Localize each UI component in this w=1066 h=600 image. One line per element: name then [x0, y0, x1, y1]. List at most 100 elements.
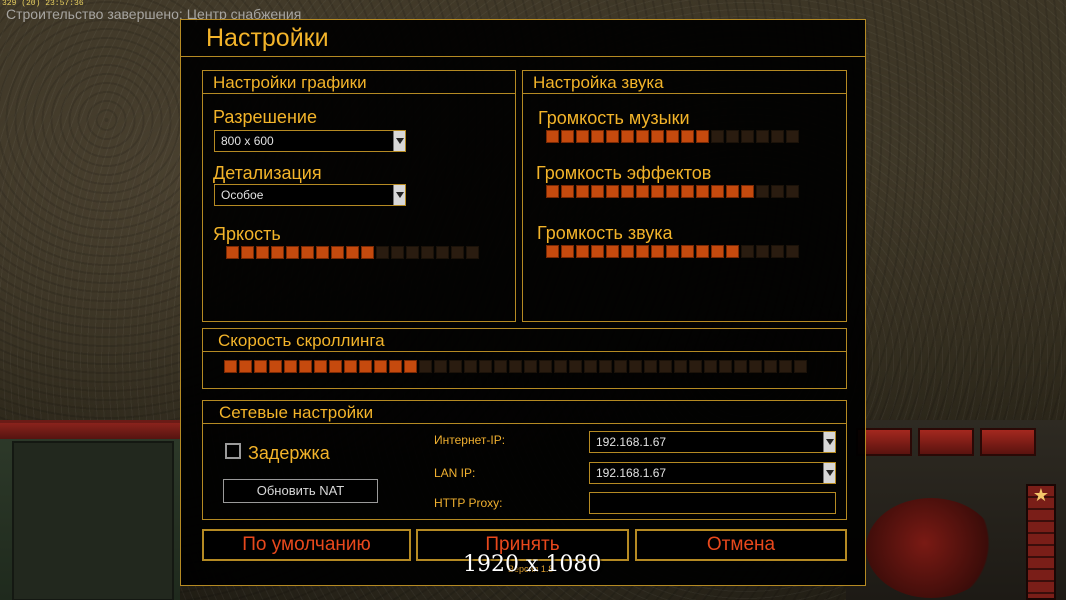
- slider-segment[interactable]: [726, 130, 739, 143]
- chevron-down-icon[interactable]: [823, 432, 835, 452]
- slider-segment[interactable]: [696, 130, 709, 143]
- slider-segment[interactable]: [464, 360, 477, 373]
- slider-segment[interactable]: [614, 360, 627, 373]
- slider-segment[interactable]: [636, 130, 649, 143]
- slider-segment[interactable]: [786, 185, 799, 198]
- voice-volume-slider[interactable]: [546, 245, 799, 259]
- slider-segment[interactable]: [346, 246, 359, 259]
- slider-segment[interactable]: [621, 130, 634, 143]
- slider-segment[interactable]: [786, 130, 799, 143]
- slider-segment[interactable]: [331, 246, 344, 259]
- slider-segment[interactable]: [254, 360, 267, 373]
- slider-segment[interactable]: [666, 245, 679, 258]
- slider-segment[interactable]: [741, 130, 754, 143]
- slider-segment[interactable]: [726, 245, 739, 258]
- slider-segment[interactable]: [576, 130, 589, 143]
- slider-segment[interactable]: [651, 130, 664, 143]
- slider-segment[interactable]: [681, 185, 694, 198]
- music-volume-slider[interactable]: [546, 130, 799, 144]
- slider-segment[interactable]: [681, 130, 694, 143]
- slider-segment[interactable]: [316, 246, 329, 259]
- slider-segment[interactable]: [629, 360, 642, 373]
- lan-ip-dropdown[interactable]: 192.168.1.67: [589, 462, 836, 484]
- slider-segment[interactable]: [771, 185, 784, 198]
- chevron-down-icon[interactable]: [393, 131, 405, 151]
- slider-segment[interactable]: [764, 360, 777, 373]
- slider-segment[interactable]: [749, 360, 762, 373]
- slider-segment[interactable]: [696, 185, 709, 198]
- slider-segment[interactable]: [569, 360, 582, 373]
- slider-segment[interactable]: [636, 245, 649, 258]
- slider-segment[interactable]: [666, 185, 679, 198]
- slider-segment[interactable]: [651, 245, 664, 258]
- slider-segment[interactable]: [599, 360, 612, 373]
- slider-segment[interactable]: [361, 246, 374, 259]
- slider-segment[interactable]: [509, 360, 522, 373]
- slider-segment[interactable]: [301, 246, 314, 259]
- slider-segment[interactable]: [711, 130, 724, 143]
- slider-segment[interactable]: [681, 245, 694, 258]
- slider-segment[interactable]: [734, 360, 747, 373]
- slider-segment[interactable]: [756, 130, 769, 143]
- internet-ip-dropdown[interactable]: 192.168.1.67: [589, 431, 836, 453]
- slider-segment[interactable]: [711, 185, 724, 198]
- detail-dropdown[interactable]: Особое: [214, 184, 406, 206]
- brightness-slider[interactable]: [226, 246, 479, 260]
- slider-segment[interactable]: [434, 360, 447, 373]
- slider-segment[interactable]: [636, 185, 649, 198]
- cancel-button[interactable]: Отмена: [635, 529, 847, 561]
- slider-segment[interactable]: [451, 246, 464, 259]
- slider-segment[interactable]: [741, 245, 754, 258]
- slider-segment[interactable]: [314, 360, 327, 373]
- slider-segment[interactable]: [539, 360, 552, 373]
- slider-segment[interactable]: [286, 246, 299, 259]
- slider-segment[interactable]: [704, 360, 717, 373]
- slider-segment[interactable]: [389, 360, 402, 373]
- slider-segment[interactable]: [561, 245, 574, 258]
- chevron-down-icon[interactable]: [823, 463, 835, 483]
- refresh-nat-button[interactable]: Обновить NAT: [223, 479, 378, 503]
- slider-segment[interactable]: [391, 246, 404, 259]
- slider-segment[interactable]: [794, 360, 807, 373]
- slider-segment[interactable]: [584, 360, 597, 373]
- slider-segment[interactable]: [719, 360, 732, 373]
- slider-segment[interactable]: [591, 245, 604, 258]
- slider-segment[interactable]: [576, 185, 589, 198]
- slider-segment[interactable]: [726, 185, 739, 198]
- slider-segment[interactable]: [651, 185, 664, 198]
- minimap[interactable]: [12, 441, 174, 600]
- slider-segment[interactable]: [284, 360, 297, 373]
- defaults-button[interactable]: По умолчанию: [202, 529, 411, 561]
- scroll-speed-slider[interactable]: [224, 360, 807, 374]
- slider-segment[interactable]: [711, 245, 724, 258]
- slider-segment[interactable]: [269, 360, 282, 373]
- chevron-down-icon[interactable]: [393, 185, 405, 205]
- slider-segment[interactable]: [359, 360, 372, 373]
- slider-segment[interactable]: [226, 246, 239, 259]
- slider-segment[interactable]: [554, 360, 567, 373]
- slider-segment[interactable]: [466, 246, 479, 259]
- slider-segment[interactable]: [479, 360, 492, 373]
- hud-tab-3[interactable]: [980, 428, 1036, 456]
- slider-segment[interactable]: [546, 245, 559, 258]
- slider-segment[interactable]: [576, 245, 589, 258]
- slider-segment[interactable]: [256, 246, 269, 259]
- slider-segment[interactable]: [756, 245, 769, 258]
- slider-segment[interactable]: [674, 360, 687, 373]
- resolution-dropdown[interactable]: 800 x 600: [214, 130, 406, 152]
- slider-segment[interactable]: [741, 185, 754, 198]
- http-proxy-input[interactable]: [589, 492, 836, 514]
- slider-segment[interactable]: [546, 185, 559, 198]
- slider-segment[interactable]: [606, 130, 619, 143]
- slider-segment[interactable]: [591, 130, 604, 143]
- slider-segment[interactable]: [561, 130, 574, 143]
- slider-segment[interactable]: [299, 360, 312, 373]
- slider-segment[interactable]: [494, 360, 507, 373]
- slider-segment[interactable]: [771, 130, 784, 143]
- slider-segment[interactable]: [406, 246, 419, 259]
- slider-segment[interactable]: [421, 246, 434, 259]
- slider-segment[interactable]: [591, 185, 604, 198]
- slider-segment[interactable]: [606, 185, 619, 198]
- hud-tab-2[interactable]: [918, 428, 974, 456]
- slider-segment[interactable]: [644, 360, 657, 373]
